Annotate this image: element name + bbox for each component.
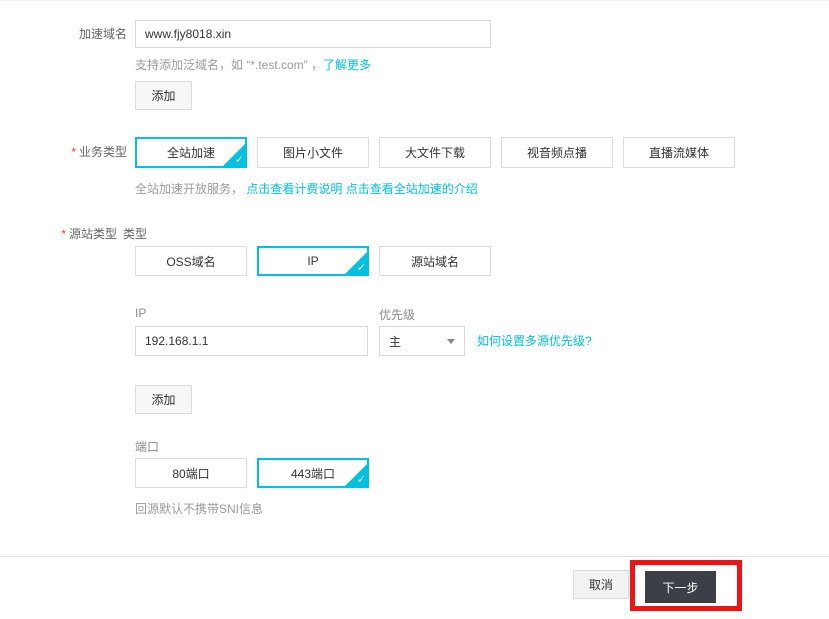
footer-divider: [0, 556, 829, 557]
add-domain-button[interactable]: 添加: [135, 81, 192, 110]
option-label: 图片小文件: [282, 146, 343, 160]
port-option-443[interactable]: 443端口 ✓: [257, 458, 369, 488]
cdn-domain-setup-form: 加速域名 支持添加泛域名，如 “*.test.com” ，了解更多 添加 *业务…: [0, 0, 829, 619]
business-type-option-video-on-demand[interactable]: 视音频点播: [501, 137, 613, 168]
learn-more-link[interactable]: 了解更多: [323, 58, 371, 72]
origin-type-sublabel-text: 类型: [123, 227, 148, 241]
domain-help-prefix: 支持添加泛域名，如 “*.test.com” ，: [135, 58, 324, 72]
cancel-button[interactable]: 取消: [573, 570, 629, 599]
origin-type-option-oss[interactable]: OSS域名: [135, 246, 247, 276]
priority-label: 优先级: [379, 306, 415, 323]
sni-note-text: 回源默认不携带SNI信息: [135, 502, 264, 516]
port-label-text: 端口: [135, 440, 160, 454]
chevron-down-icon: [447, 339, 455, 344]
selected-check-icon: ✓: [345, 252, 367, 274]
priority-help: 如何设置多源优先级?: [477, 326, 592, 356]
priority-select-value: 主: [389, 334, 402, 349]
full-site-intro-link[interactable]: 点击查看全站加速的介绍: [346, 182, 478, 196]
ip-label: IP: [135, 306, 146, 320]
acceleration-domain-label: 加速域名: [0, 20, 127, 48]
origin-type-option-domain[interactable]: 源站域名: [379, 246, 491, 276]
business-type-option-small-files[interactable]: 图片小文件: [257, 137, 369, 168]
option-label: OSS域名: [166, 254, 216, 269]
option-label: 80端口: [172, 466, 210, 481]
business-type-label: * 业务类型: [0, 137, 127, 168]
selected-check-icon: ✓: [345, 464, 367, 486]
origin-type-label: * 源站类型: [0, 226, 117, 242]
ip-input[interactable]: [135, 326, 368, 356]
required-asterisk: *: [61, 227, 66, 241]
priority-label-text: 优先级: [379, 308, 416, 322]
origin-type-sublabel: 类型: [123, 226, 147, 242]
port-option-80[interactable]: 80端口: [135, 458, 247, 488]
business-help-prefix: 全站加速开放服务，: [135, 182, 244, 196]
option-label: 大文件下载: [404, 146, 465, 160]
business-help-text: 全站加速开放服务， 点击查看计费说明 点击查看全站加速的介绍: [135, 180, 478, 197]
required-asterisk: *: [71, 145, 76, 159]
top-divider: [0, 0, 829, 1]
domain-help-text: 支持添加泛域名，如 “*.test.com” ，了解更多: [135, 56, 371, 73]
option-label: 全站加速: [166, 146, 215, 160]
add-origin-button[interactable]: 添加: [135, 385, 192, 414]
option-label: IP: [307, 254, 319, 268]
origin-type-option-ip[interactable]: IP ✓: [257, 246, 369, 276]
selected-check-icon: ✓: [223, 144, 245, 166]
business-type-label-text: 业务类型: [78, 145, 127, 159]
business-type-option-live-streaming[interactable]: 直播流媒体: [623, 137, 735, 168]
ip-label-text: IP: [135, 306, 147, 320]
port-label: 端口: [135, 438, 159, 455]
business-type-option-large-file-download[interactable]: 大文件下载: [379, 137, 491, 168]
acceleration-domain-label-text: 加速域名: [78, 27, 127, 41]
acceleration-domain-input[interactable]: [135, 20, 491, 48]
next-step-button[interactable]: 下一步: [645, 571, 716, 603]
sni-note: 回源默认不携带SNI信息: [135, 500, 263, 517]
option-label: 视音频点播: [526, 146, 587, 160]
origin-type-label-text: 源站类型: [68, 227, 117, 241]
multi-origin-priority-link[interactable]: 如何设置多源优先级?: [477, 334, 592, 348]
billing-info-link[interactable]: 点击查看计费说明: [246, 182, 342, 196]
business-type-option-full-site[interactable]: 全站加速 ✓: [135, 137, 247, 168]
option-label: 源站域名: [410, 254, 459, 269]
option-label: 443端口: [290, 466, 336, 481]
option-label: 直播流媒体: [648, 146, 709, 160]
priority-select[interactable]: 主: [379, 326, 465, 356]
